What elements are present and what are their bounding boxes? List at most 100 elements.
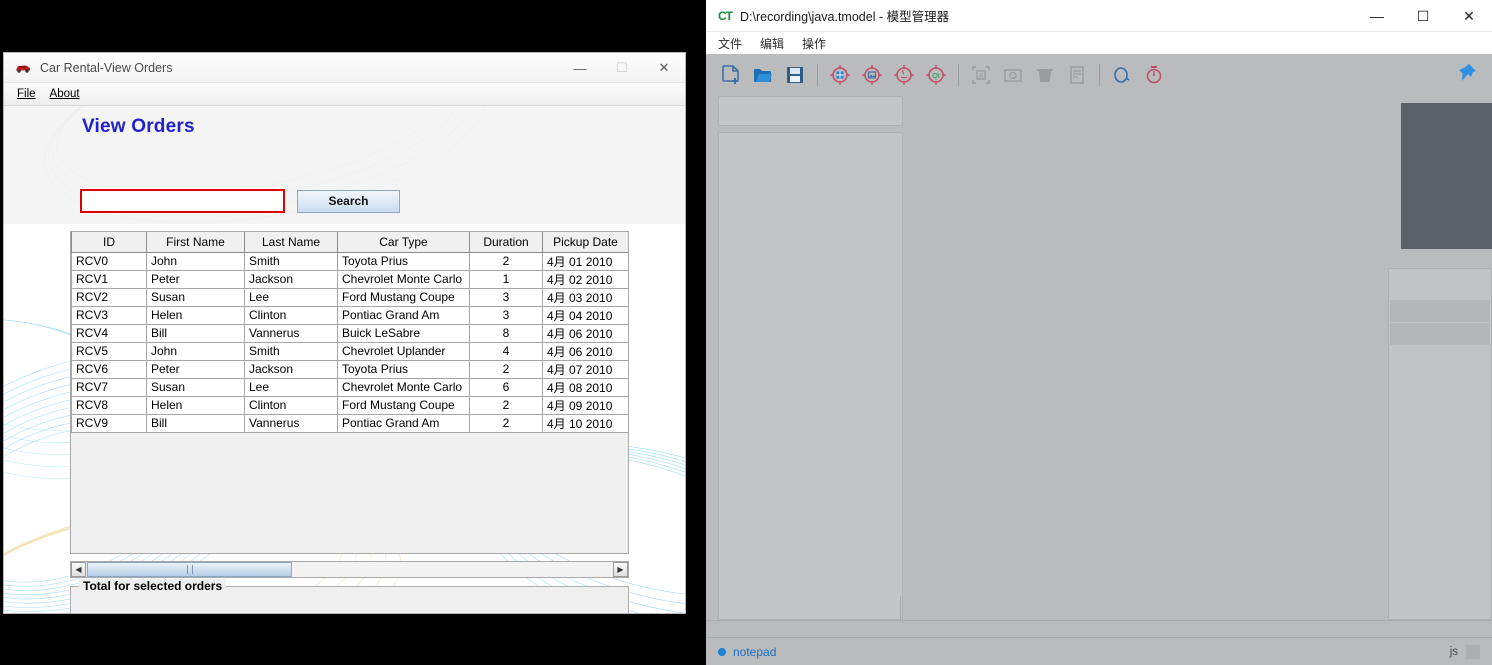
- table-cell[interactable]: Smith: [245, 342, 338, 360]
- table-cell[interactable]: Peter: [147, 270, 245, 288]
- table-cell[interactable]: 3: [470, 288, 543, 306]
- new-file-icon[interactable]: [716, 60, 746, 90]
- loop-icon[interactable]: [1107, 60, 1137, 90]
- status-text[interactable]: notepad: [733, 645, 776, 659]
- windows-target-icon[interactable]: [825, 60, 855, 90]
- table-cell[interactable]: Jackson: [245, 270, 338, 288]
- table-cell[interactable]: RCV1: [72, 270, 147, 288]
- table-cell[interactable]: 4月 09 2010: [543, 396, 629, 414]
- table-cell[interactable]: Pontiac Grand Am: [338, 306, 470, 324]
- table-row[interactable]: RCV6PeterJacksonToyota Prius24月 07 2010: [72, 360, 629, 378]
- table-cell[interactable]: 4月 08 2010: [543, 378, 629, 396]
- table-cell[interactable]: Toyota Prius: [338, 252, 470, 270]
- table-cell[interactable]: 8: [470, 324, 543, 342]
- table-cell[interactable]: RCV3: [72, 306, 147, 324]
- table-cell[interactable]: Vannerus: [245, 414, 338, 432]
- delete-icon[interactable]: [1030, 60, 1060, 90]
- camera-icon[interactable]: [998, 60, 1028, 90]
- table-cell[interactable]: 2: [470, 360, 543, 378]
- table-cell[interactable]: Bill: [147, 324, 245, 342]
- table-cell[interactable]: RCV9: [72, 414, 147, 432]
- menu-file[interactable]: File: [11, 86, 44, 102]
- menu-file[interactable]: 文件: [718, 35, 742, 52]
- maximize-button[interactable]: ☐: [601, 53, 643, 83]
- table-cell[interactable]: 4月 07 2010: [543, 360, 629, 378]
- table-cell[interactable]: John: [147, 342, 245, 360]
- table-row[interactable]: RCV5JohnSmithChevrolet Uplander44月 06 20…: [72, 342, 629, 360]
- table-cell[interactable]: 4月 06 2010: [543, 342, 629, 360]
- table-cell[interactable]: RCV0: [72, 252, 147, 270]
- select-region-icon[interactable]: A: [966, 60, 996, 90]
- table-cell[interactable]: Lee: [245, 378, 338, 396]
- table-cell[interactable]: Jackson: [245, 360, 338, 378]
- orders-table-container[interactable]: ID First Name Last Name Car Type Duratio…: [70, 231, 629, 554]
- table-cell[interactable]: Ford Mustang Coupe: [338, 396, 470, 414]
- table-cell[interactable]: RCV6: [72, 360, 147, 378]
- col-pickup-date[interactable]: Pickup Date: [543, 232, 629, 252]
- menu-about[interactable]: About: [44, 86, 88, 102]
- timer-icon[interactable]: [1139, 60, 1169, 90]
- table-cell[interactable]: Susan: [147, 378, 245, 396]
- scroll-right-arrow-icon[interactable]: ▶: [613, 562, 628, 577]
- scroll-left-arrow-icon[interactable]: ◀: [71, 562, 86, 577]
- table-cell[interactable]: 6: [470, 378, 543, 396]
- table-row[interactable]: RCV0JohnSmithToyota Prius24月 01 2010: [72, 252, 629, 270]
- table-row[interactable]: RCV2SusanLeeFord Mustang Coupe34月 03 201…: [72, 288, 629, 306]
- minimize-button[interactable]: —: [559, 53, 601, 83]
- table-cell[interactable]: John: [147, 252, 245, 270]
- table-cell[interactable]: Ford Mustang Coupe: [338, 288, 470, 306]
- search-input[interactable]: [80, 189, 285, 213]
- table-row[interactable]: RCV4BillVannerusBuick LeSabre84月 06 2010: [72, 324, 629, 342]
- table-cell[interactable]: Pontiac Grand Am: [338, 414, 470, 432]
- table-cell[interactable]: Smith: [245, 252, 338, 270]
- table-cell[interactable]: 4月 04 2010: [543, 306, 629, 324]
- table-cell[interactable]: Lee: [245, 288, 338, 306]
- table-cell[interactable]: Peter: [147, 360, 245, 378]
- table-row[interactable]: RCV3HelenClintonPontiac Grand Am34月 04 2…: [72, 306, 629, 324]
- table-cell[interactable]: 2: [470, 252, 543, 270]
- table-row[interactable]: RCV1PeterJacksonChevrolet Monte Carlo14月…: [72, 270, 629, 288]
- maximize-button[interactable]: ☐: [1400, 0, 1446, 32]
- close-button[interactable]: ✕: [1446, 0, 1492, 32]
- table-cell[interactable]: 2: [470, 396, 543, 414]
- menu-operation[interactable]: 操作: [802, 35, 826, 52]
- table-cell[interactable]: RCV8: [72, 396, 147, 414]
- table-cell[interactable]: Bill: [147, 414, 245, 432]
- java-target-icon[interactable]: [889, 60, 919, 90]
- status-resize-grip[interactable]: [1466, 645, 1480, 659]
- table-row[interactable]: RCV8HelenClintonFord Mustang Coupe24月 09…: [72, 396, 629, 414]
- table-cell[interactable]: RCV7: [72, 378, 147, 396]
- table-cell[interactable]: 3: [470, 306, 543, 324]
- table-cell[interactable]: Chevrolet Monte Carlo: [338, 378, 470, 396]
- table-cell[interactable]: Vannerus: [245, 324, 338, 342]
- table-cell[interactable]: Helen: [147, 306, 245, 324]
- close-button[interactable]: ✕: [643, 53, 685, 83]
- menu-edit[interactable]: 编辑: [760, 35, 784, 52]
- open-folder-icon[interactable]: [748, 60, 778, 90]
- table-cell[interactable]: 4月 01 2010: [543, 252, 629, 270]
- table-cell[interactable]: Chevrolet Uplander: [338, 342, 470, 360]
- col-duration[interactable]: Duration: [470, 232, 543, 252]
- table-row[interactable]: RCV7SusanLeeChevrolet Monte Carlo64月 08 …: [72, 378, 629, 396]
- table-cell[interactable]: RCV4: [72, 324, 147, 342]
- table-cell[interactable]: 4月 02 2010: [543, 270, 629, 288]
- table-cell[interactable]: Clinton: [245, 396, 338, 414]
- table-cell[interactable]: 4月 10 2010: [543, 414, 629, 432]
- table-cell[interactable]: 4月 03 2010: [543, 288, 629, 306]
- table-cell[interactable]: RCV2: [72, 288, 147, 306]
- clipboard-icon[interactable]: [1062, 60, 1092, 90]
- col-last-name[interactable]: Last Name: [245, 232, 338, 252]
- table-cell[interactable]: 1: [470, 270, 543, 288]
- table-cell[interactable]: RCV5: [72, 342, 147, 360]
- col-first-name[interactable]: First Name: [147, 232, 245, 252]
- model-manager-window[interactable]: CT D:\recording\java.tmodel - 模型管理器 — ☐ …: [706, 0, 1492, 665]
- search-button[interactable]: Search: [297, 190, 400, 213]
- table-cell[interactable]: Helen: [147, 396, 245, 414]
- qt-target-icon[interactable]: Qt: [921, 60, 951, 90]
- car-rental-window[interactable]: Car Rental-View Orders — ☐ ✕ File About: [3, 52, 686, 614]
- minimize-button[interactable]: —: [1354, 0, 1400, 32]
- col-car-type[interactable]: Car Type: [338, 232, 470, 252]
- table-cell[interactable]: Chevrolet Monte Carlo: [338, 270, 470, 288]
- table-horizontal-scrollbar[interactable]: ◀ ▶: [70, 561, 629, 578]
- save-icon[interactable]: [780, 60, 810, 90]
